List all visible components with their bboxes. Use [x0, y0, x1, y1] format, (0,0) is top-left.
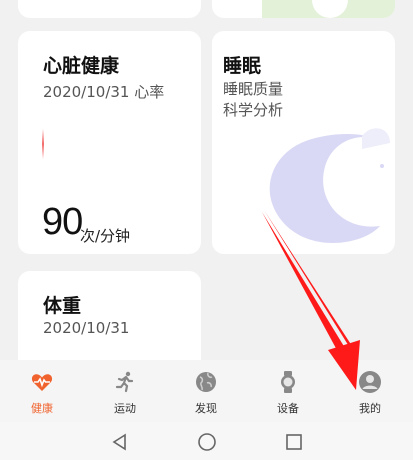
- tab-exercise[interactable]: 运动: [85, 360, 165, 422]
- tab-discover[interactable]: 发现: [166, 360, 246, 422]
- home-icon[interactable]: [197, 432, 217, 452]
- moon-icon: [269, 128, 390, 244]
- running-icon: [115, 371, 134, 393]
- bottom-tab-bar: 健康 运动 发现 设备 我的: [0, 360, 413, 422]
- tab-devices[interactable]: 设备: [248, 360, 328, 422]
- tab-me-label: 我的: [359, 402, 381, 415]
- weight-card-title: 体重: [43, 295, 82, 317]
- globe-icon: [196, 372, 216, 392]
- watch-icon: [281, 371, 295, 393]
- top-right-card[interactable]: [212, 0, 395, 18]
- sleep-card[interactable]: 睡眠 睡眠质量 科学分析: [212, 31, 395, 254]
- back-icon[interactable]: [110, 432, 130, 452]
- heart-card-title: 心脏健康: [43, 55, 120, 77]
- heartbeat-icon: [31, 374, 53, 391]
- profile-icon: [359, 371, 381, 393]
- heart-rate-mini-chart: [42, 129, 44, 159]
- recents-icon[interactable]: [284, 432, 304, 452]
- heart-health-card[interactable]: 心脏健康 2020/10/31 心率 90 次/分钟: [18, 31, 201, 254]
- tab-me[interactable]: 我的: [330, 360, 410, 422]
- system-nav-bar: [0, 422, 413, 460]
- tab-exercise-label: 运动: [114, 402, 136, 415]
- tab-discover-label: 发现: [195, 402, 217, 415]
- tab-devices-label: 设备: [277, 402, 299, 415]
- top-left-card[interactable]: [18, 0, 201, 18]
- weight-card-date: 2020/10/31: [43, 319, 130, 337]
- tab-health[interactable]: 健康: [2, 360, 82, 422]
- tab-health-label: 健康: [31, 402, 53, 415]
- heart-card-subtitle: 2020/10/31 心率: [43, 83, 165, 101]
- heart-rate-unit: 次/分钟: [80, 227, 131, 245]
- heart-rate-value: 90: [42, 201, 83, 243]
